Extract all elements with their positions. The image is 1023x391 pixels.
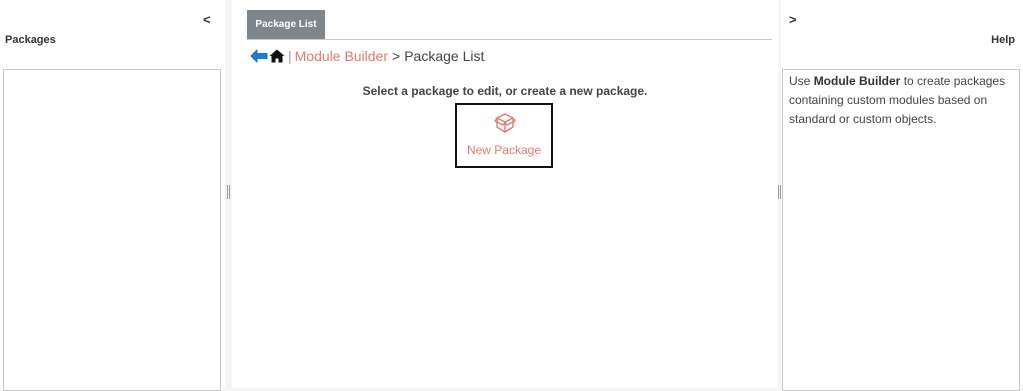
new-package-label: New Package: [466, 143, 542, 157]
back-arrow-icon[interactable]: [250, 49, 268, 63]
packages-list: [3, 69, 221, 391]
instruction-text: Select a package to edit, or create a ne…: [362, 84, 648, 98]
packages-panel-title: Packages: [5, 34, 56, 46]
help-text-bold: Module Builder: [813, 74, 901, 88]
tab-underline: [247, 39, 772, 40]
breadcrumb-current: Package List: [404, 48, 485, 64]
package-box-icon: [493, 111, 517, 135]
breadcrumb-module-builder-link[interactable]: Module Builder: [295, 48, 388, 64]
collapse-left-panel-button[interactable]: <: [203, 12, 211, 27]
left-splitter-handle[interactable]: [227, 185, 230, 199]
help-text-prefix: Use: [789, 74, 814, 88]
breadcrumb: | Module Builder > Package List: [250, 47, 484, 65]
help-text: Use Module Builder to create packages co…: [782, 69, 1020, 391]
new-package-button[interactable]: New Package: [455, 103, 553, 168]
expand-right-panel-button[interactable]: >: [789, 12, 797, 27]
home-icon[interactable]: [269, 49, 285, 63]
breadcrumb-separator: |: [288, 48, 292, 64]
package-list-panel: Package List | Module Builder > Package …: [232, 0, 778, 388]
breadcrumb-arrow: >: [392, 48, 401, 64]
help-panel: > Help Use Module Builder to create pack…: [781, 0, 1023, 391]
help-panel-title: Help: [991, 34, 1015, 46]
tab-package-list[interactable]: Package List: [247, 10, 325, 39]
packages-panel: < Packages: [0, 0, 225, 391]
